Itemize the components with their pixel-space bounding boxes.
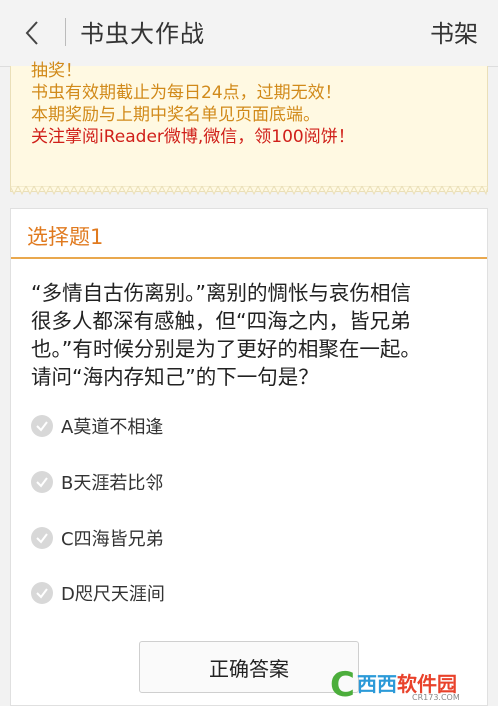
- watermark-logo: C 西西软件园 CR173.COM: [330, 664, 498, 706]
- app-header: 书虫大作战 书架: [0, 0, 498, 67]
- check-circle-icon: [31, 415, 53, 437]
- watermark-brand-a: 西西: [356, 671, 397, 696]
- check-circle-icon: [31, 582, 53, 604]
- watermark-brand-b: 软件园: [396, 671, 457, 696]
- option-c[interactable]: C四海皆兄弟: [31, 523, 164, 553]
- notice-line: 本期奖励与上期中奖名单见页面底端。: [31, 105, 320, 125]
- option-label: A莫道不相逢: [61, 417, 164, 438]
- notice-line: 抽奖！: [31, 61, 82, 81]
- question-line: 也。”有时候分别是为了更好的相聚在一起。: [31, 337, 421, 361]
- option-d[interactable]: D咫尺天涯间: [31, 578, 165, 608]
- header-divider: [65, 18, 66, 46]
- question-line: 请问“海内存知己”的下一句是？: [31, 365, 319, 389]
- option-label: B天涯若比邻: [61, 473, 164, 494]
- watermark-domain: CR173.COM: [412, 693, 460, 702]
- back-button[interactable]: [14, 18, 50, 48]
- page-title: 书虫大作战: [80, 20, 205, 48]
- question-title: 选择题1: [27, 225, 104, 249]
- question-header: 选择题1: [11, 209, 487, 259]
- option-label: C四海皆兄弟: [61, 529, 164, 550]
- question-line: “多情自古伤离别。”离别的惆怅与哀伤相信: [31, 281, 411, 305]
- check-circle-icon: [31, 471, 53, 493]
- check-circle-icon: [31, 527, 53, 549]
- notice-line-highlight: 关注掌阅iReader微博,微信，领100阅饼！: [31, 127, 355, 147]
- chevron-left-icon: [25, 21, 38, 45]
- option-a[interactable]: A莫道不相逢: [31, 411, 163, 441]
- bookshelf-button[interactable]: 书架: [430, 14, 478, 49]
- question-line: 很多人都深有感触，但“四海之内，皆兄弟: [31, 309, 411, 333]
- question-card: 选择题1 “多情自古伤离别。”离别的惆怅与哀伤相信 很多人都深有感触，但“四海之…: [10, 208, 488, 706]
- notice-panel: 抽奖！ 书虫有效期截止为每日24点，过期无效！ 本期奖励与上期中奖名单见页面底端…: [10, 61, 488, 192]
- notice-line: 书虫有效期截止为每日24点，过期无效！: [31, 83, 342, 103]
- option-label: D咫尺天涯间: [61, 584, 165, 605]
- show-answer-button[interactable]: 正确答案: [139, 641, 359, 693]
- notice-zigzag-edge: [10, 186, 488, 196]
- watermark-c-icon: C: [330, 665, 355, 705]
- question-text: “多情自古伤离别。”离别的惆怅与哀伤相信 很多人都深有感触，但“四海之内，皆兄弟…: [31, 279, 471, 391]
- option-b[interactable]: B天涯若比邻: [31, 467, 163, 497]
